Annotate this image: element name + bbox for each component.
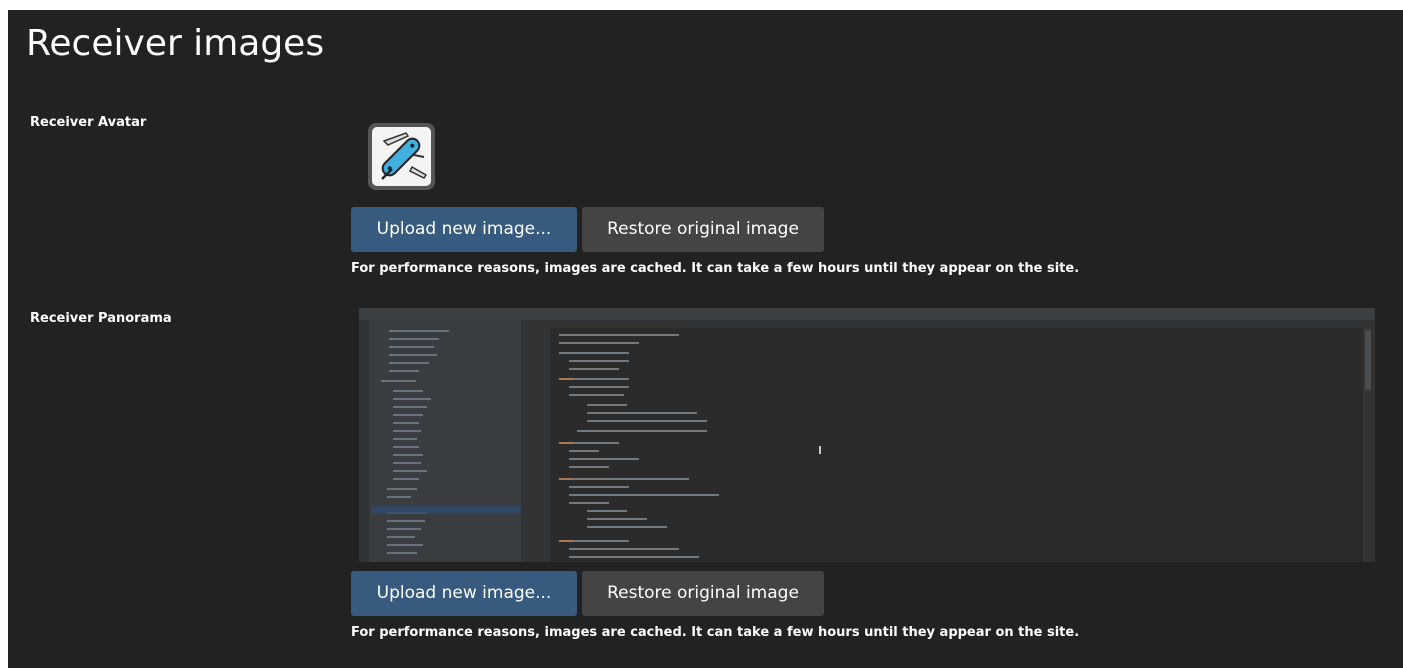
- swiss-army-knife-icon: [381, 132, 428, 180]
- ide-screenshot-thumbnail: [359, 308, 1375, 562]
- panorama-upload-button[interactable]: Upload new image...: [351, 571, 577, 616]
- panorama-cache-help-text: For performance reasons, images are cach…: [351, 625, 1080, 640]
- avatar-restore-button[interactable]: Restore original image: [582, 207, 824, 252]
- receiver-panorama-label: Receiver Panorama: [30, 311, 172, 326]
- avatar-upload-button[interactable]: Upload new image...: [351, 207, 577, 252]
- avatar-cache-help-text: For performance reasons, images are cach…: [351, 261, 1080, 276]
- receiver-panorama-image: [359, 308, 1375, 562]
- page-title: Receiver images: [26, 23, 325, 64]
- receiver-images-panel: Receiver images Receiver Avatar Upload n…: [8, 10, 1403, 668]
- receiver-avatar-image: [368, 123, 435, 190]
- receiver-avatar-label: Receiver Avatar: [30, 115, 147, 130]
- panorama-restore-button[interactable]: Restore original image: [582, 571, 824, 616]
